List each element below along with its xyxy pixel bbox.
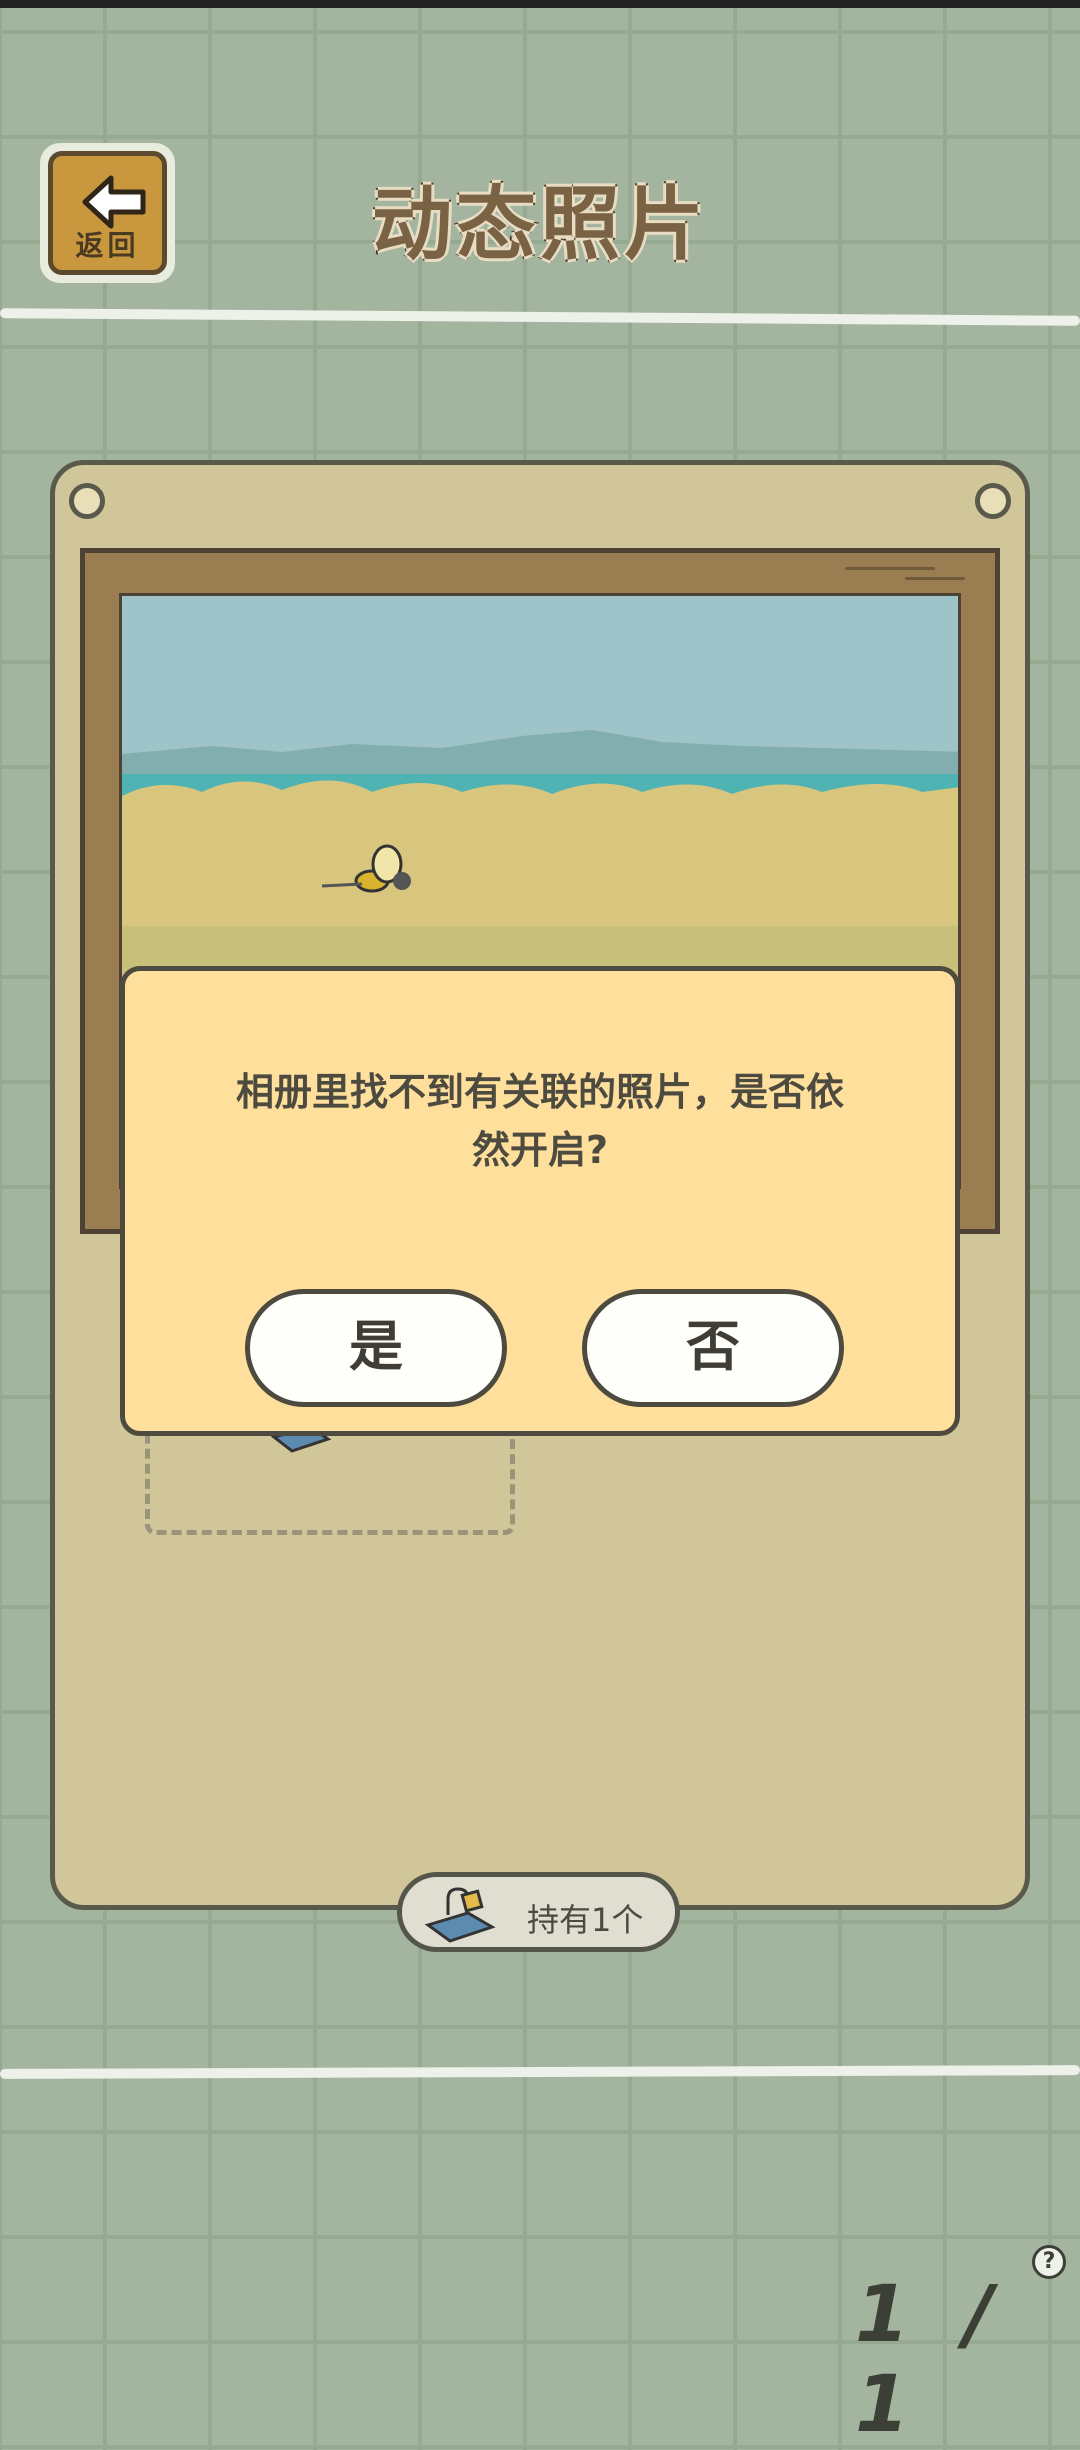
yes-button[interactable]: 是 (245, 1289, 507, 1407)
confirm-dialog: 相册里找不到有关联的照片，是否依 然开启? 是 否 (120, 966, 960, 1436)
help-icon[interactable]: ? (1032, 2245, 1066, 2279)
dialog-message-line1: 相册里找不到有关联的照片，是否依 (235, 1070, 844, 1114)
screw-icon (975, 483, 1011, 519)
no-button[interactable]: 否 (582, 1289, 844, 1407)
screw-icon (69, 483, 105, 519)
divider-bottom (0, 2065, 1080, 2079)
divider-top (0, 308, 1080, 326)
dialog-message: 相册里找不到有关联的照片，是否依 然开启? (195, 1063, 885, 1179)
item-count-label: 持有1个 (527, 1901, 644, 1939)
status-bar (0, 0, 1080, 8)
page-title: 动态照片 (370, 176, 708, 273)
page-indicator: 1 / 1 (855, 2270, 1007, 2450)
ticket-icon (424, 1887, 496, 1943)
dialog-message-line2: 然开启? (471, 1128, 609, 1172)
item-count-badge: 持有1个 (397, 1872, 680, 1952)
